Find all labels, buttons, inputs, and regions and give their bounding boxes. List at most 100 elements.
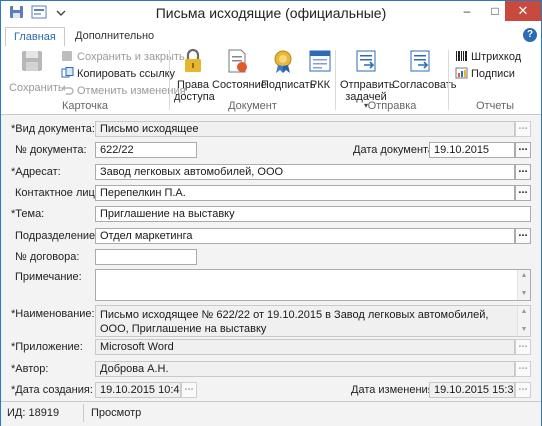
save-close-button[interactable]: Сохранить и закрыть xyxy=(61,49,185,65)
contact-select-button[interactable]: ... xyxy=(515,185,531,201)
group-card-label: Карточка xyxy=(61,100,109,112)
group-card: Сохранить Сохранить и закрыть Копировать… xyxy=(1,46,186,114)
addressee-select-button[interactable]: ... xyxy=(515,164,531,180)
status-bar: ИД: 18919 Просмотр xyxy=(1,401,541,426)
doc-type-label: *Вид документа: xyxy=(11,123,95,135)
group-document-label: Документ xyxy=(228,100,277,112)
title-bar: Письма исходящие (официальные) – □ ✕ xyxy=(1,1,541,25)
group-reports: Штрихкод Подписи Отчеты xyxy=(449,46,541,114)
barcode-label: Штрихкод xyxy=(471,51,522,63)
copy-link-icon xyxy=(61,67,74,78)
contact-field[interactable]: Перепелкин П.А. xyxy=(95,185,515,201)
subject-input[interactable]: Приглашение на выставку xyxy=(95,206,531,222)
name-scrollbar[interactable]: ▲ ▼ xyxy=(517,306,530,336)
created-picker-button[interactable]: ... xyxy=(181,382,197,398)
save-close-icon xyxy=(62,51,72,61)
contract-number-input[interactable] xyxy=(95,249,197,265)
doc-number-label: № документа: xyxy=(15,144,87,156)
contact-label: Контактное лицо: xyxy=(15,187,104,199)
floppy-icon xyxy=(22,51,42,71)
status-id: ИД: 18919 xyxy=(7,407,60,419)
signature-seal-icon xyxy=(274,50,292,73)
group-sending-label: Отправка xyxy=(367,100,417,112)
scroll-up-icon[interactable]: ▲ xyxy=(520,272,528,280)
app-window: Письма исходящие (официальные) – □ ✕ Гла… xyxy=(0,0,542,426)
save-button[interactable]: Сохранить xyxy=(9,48,64,94)
group-document: Права доступа Состояние Подписать РКК До… xyxy=(170,46,335,114)
group-sending: Отправить задачей ▾ Согласовать Отправка xyxy=(336,46,457,114)
modified-field[interactable]: 19.10.2015 15:33:08 xyxy=(429,382,515,398)
note-scrollbar[interactable]: ▲ ▼ xyxy=(517,270,530,300)
group-reports-label: Отчеты xyxy=(475,100,515,112)
approve-button[interactable]: Согласовать xyxy=(392,48,457,91)
created-field[interactable]: 19.10.2015 10:45:12 xyxy=(95,382,181,398)
created-label: *Дата создания: xyxy=(11,384,93,396)
name-textarea[interactable]: Письмо исходящее № 622/22 от 19.10.2015 … xyxy=(95,305,531,337)
minimize-button[interactable]: – xyxy=(453,1,481,21)
modified-picker-button[interactable]: ... xyxy=(515,382,531,398)
department-label: Подразделение: xyxy=(15,230,99,242)
ribbon-tabs: Главная Дополнительно xyxy=(1,25,541,48)
application-select-button[interactable]: ... xyxy=(515,339,531,355)
doc-date-label: Дата документа: xyxy=(353,144,438,156)
name-text: Письмо исходящее № 622/22 от 19.10.2015 … xyxy=(100,309,489,335)
doc-date-picker-button[interactable]: ... xyxy=(515,142,531,158)
note-textarea[interactable]: ▲ ▼ xyxy=(95,269,531,301)
access-rights-button[interactable]: Права доступа xyxy=(174,48,215,103)
undo-icon xyxy=(62,85,74,95)
copy-link-button[interactable]: Копировать ссылку xyxy=(61,66,175,82)
access-rights-label-1: Права xyxy=(177,79,209,91)
rkk-button[interactable]: РКК xyxy=(306,48,334,91)
author-select-button[interactable]: ... xyxy=(515,361,531,377)
rkk-label: РКК xyxy=(309,79,331,91)
signatures-label: Подписи xyxy=(471,68,515,80)
copy-link-label: Копировать ссылку xyxy=(77,68,176,80)
doc-type-field[interactable]: Письмо исходящее xyxy=(95,121,515,137)
scroll-down-icon[interactable]: ▼ xyxy=(520,290,528,298)
approve-label: Согласовать xyxy=(392,79,457,91)
application-field[interactable]: Microsoft Word xyxy=(95,339,515,355)
help-icon[interactable]: ? xyxy=(523,28,537,42)
close-button[interactable]: ✕ xyxy=(505,1,541,21)
sign-label: Подписать xyxy=(261,79,316,91)
doc-date-input[interactable]: 19.10.2015 xyxy=(429,142,515,158)
cancel-changes-button[interactable]: Отменить изменения xyxy=(61,83,186,99)
ribbon: Сохранить Сохранить и закрыть Копировать… xyxy=(1,46,541,115)
contract-number-label: № договора: xyxy=(15,251,80,263)
addressee-field[interactable]: Завод легковых автомобилей, ООО xyxy=(95,164,515,180)
addressee-label: *Адресат: xyxy=(11,166,61,178)
subject-label: *Тема: xyxy=(11,208,45,220)
note-text xyxy=(96,270,530,274)
author-field[interactable]: Доброва А.Н. xyxy=(95,361,515,377)
tab-additional[interactable]: Дополнительно xyxy=(67,27,162,46)
doc-number-input[interactable]: 622/22 xyxy=(95,142,197,158)
signatures-report-icon xyxy=(455,67,468,79)
document-form: *Вид документа: Письмо исходящее ... № д… xyxy=(1,115,541,401)
name-label: *Наименование: xyxy=(11,308,95,320)
department-field[interactable]: Отдел маркетинга xyxy=(95,228,515,244)
document-state-icon xyxy=(228,49,247,73)
save-label: Сохранить xyxy=(9,82,64,94)
state-button[interactable]: Состояние xyxy=(212,48,267,91)
sign-button[interactable]: Подписать xyxy=(261,48,316,91)
signatures-button[interactable]: Подписи xyxy=(455,66,515,82)
scroll-up-icon[interactable]: ▲ xyxy=(520,308,528,316)
status-separator xyxy=(83,404,84,422)
department-select-button[interactable]: ... xyxy=(515,228,531,244)
state-label: Состояние xyxy=(212,79,267,91)
note-label: Примечание: xyxy=(15,271,82,283)
approve-icon xyxy=(410,50,430,72)
scroll-down-icon[interactable]: ▼ xyxy=(520,326,528,334)
send-task-icon xyxy=(356,50,376,72)
barcode-icon xyxy=(456,51,467,61)
lock-icon xyxy=(185,48,201,72)
tab-main[interactable]: Главная xyxy=(5,27,65,48)
application-label: *Приложение: xyxy=(11,341,83,353)
doc-type-select-button[interactable]: ... xyxy=(515,121,531,137)
modified-label: Дата изменения: xyxy=(351,384,437,396)
rkk-card-icon xyxy=(309,50,331,72)
send-tasks-label-1: Отправить xyxy=(340,79,395,91)
author-label: *Автор: xyxy=(11,363,49,375)
status-mode: Просмотр xyxy=(91,407,142,419)
barcode-button[interactable]: Штрихкод xyxy=(455,49,521,65)
